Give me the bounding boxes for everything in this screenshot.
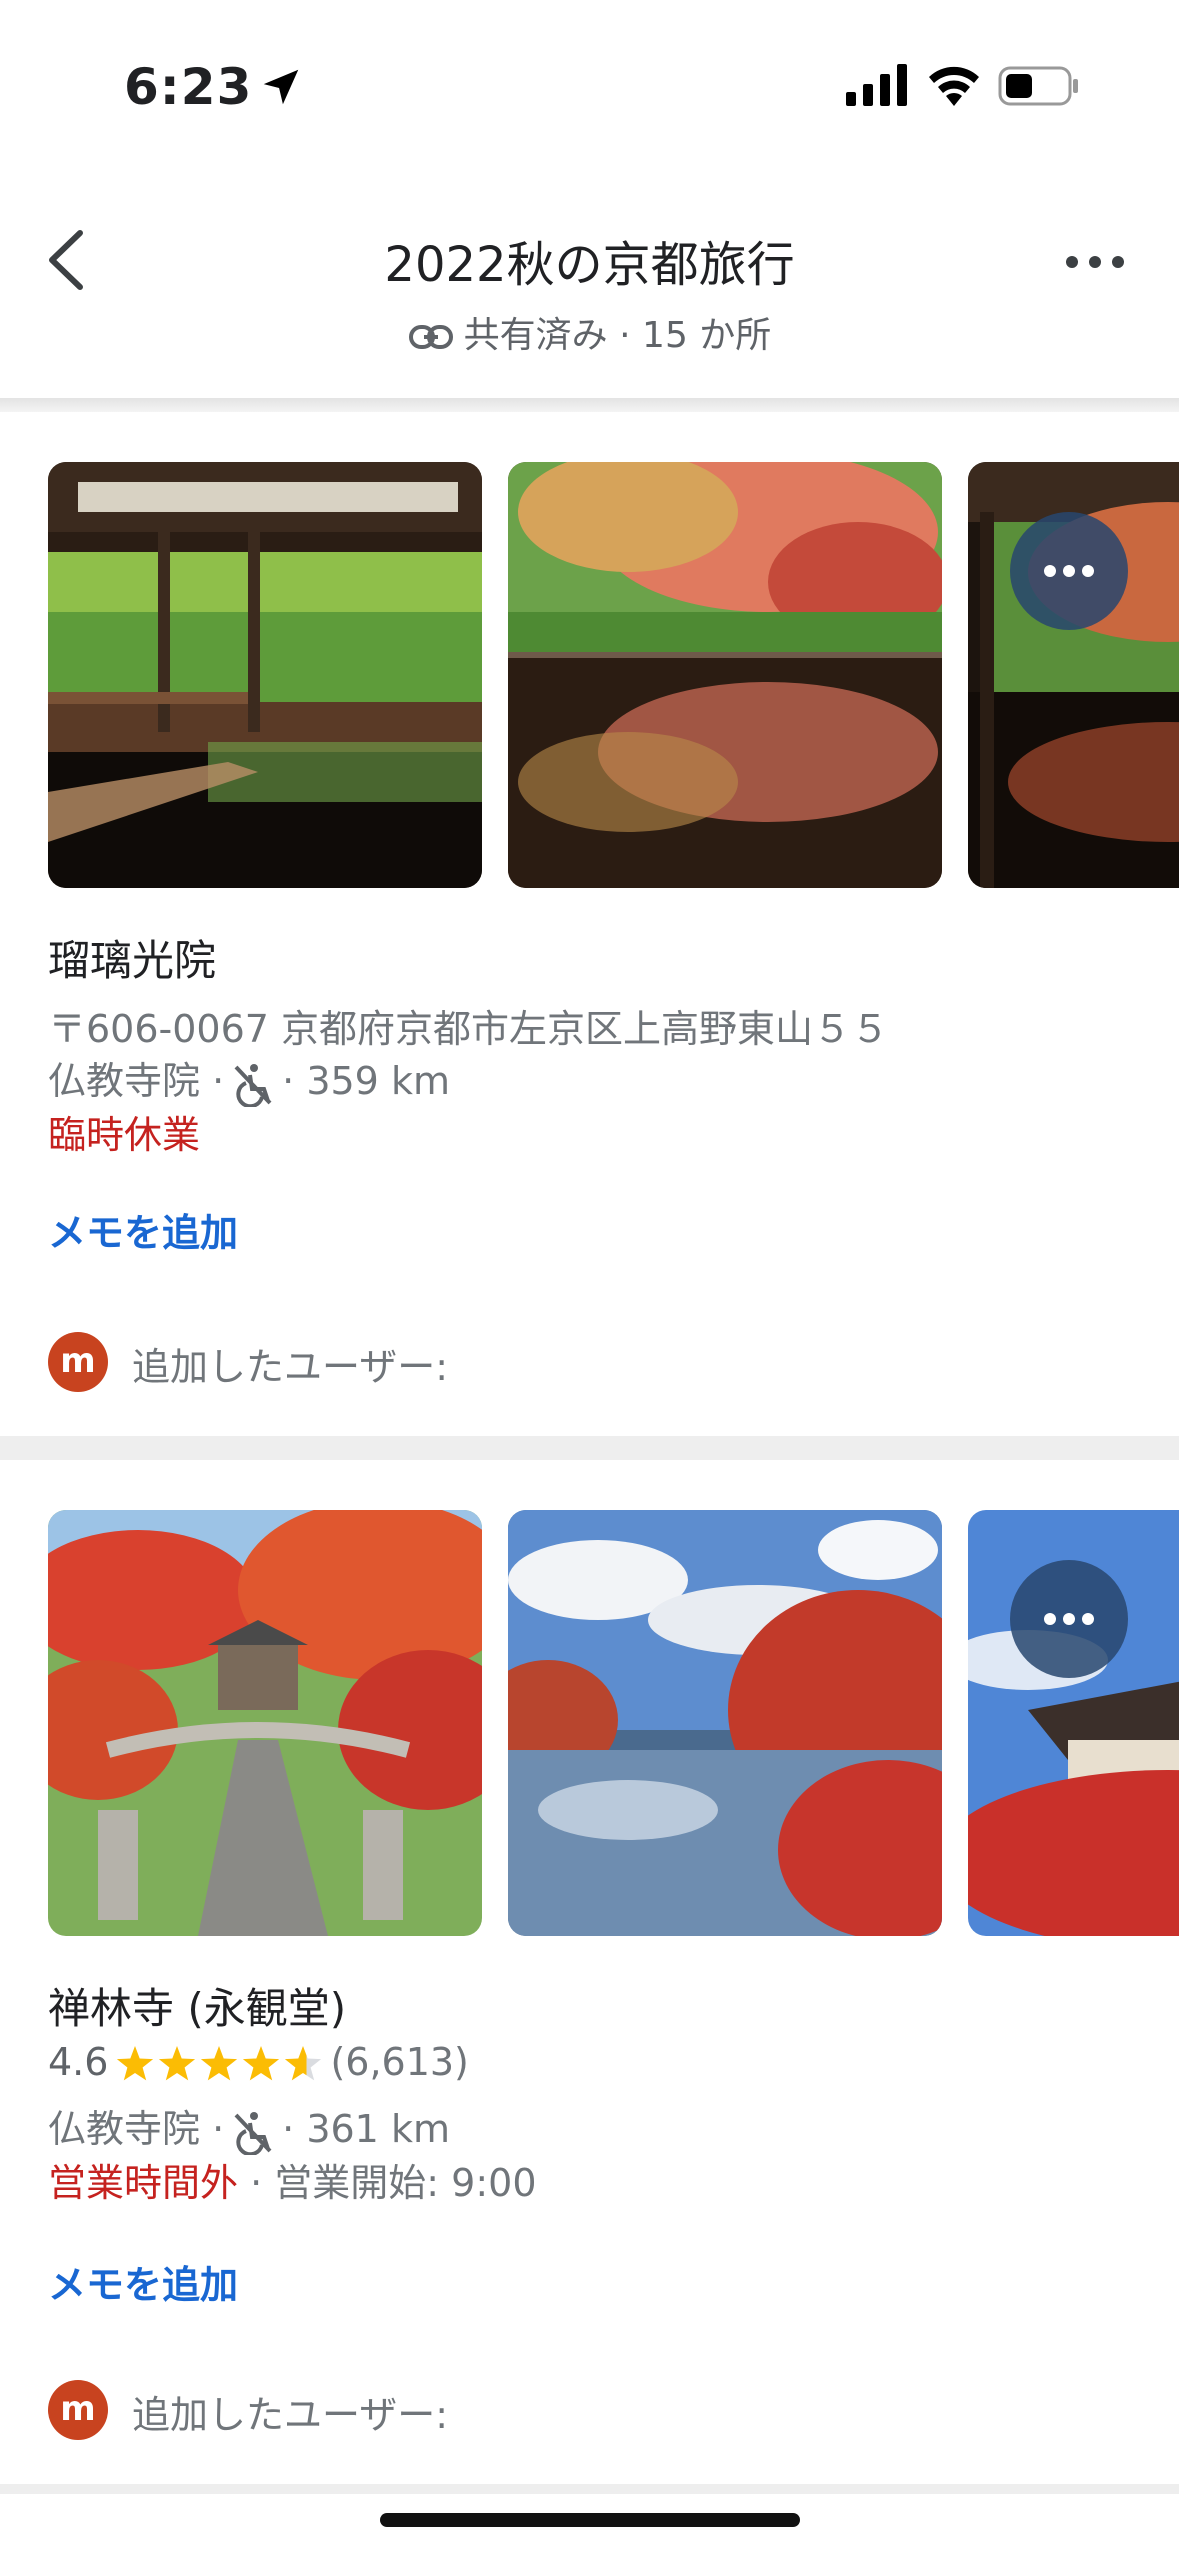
rating-value: 4.6 — [48, 2040, 109, 2084]
review-count: (6,613) — [330, 2040, 469, 2084]
place-meta: 仏教寺院 · · 361 km — [48, 2098, 450, 2155]
cellular-signal-icon — [846, 64, 907, 106]
place-name[interactable]: 瑠璃光院 — [48, 927, 216, 988]
more-horizontal-icon[interactable] — [1060, 242, 1130, 282]
home-indicator[interactable] — [380, 2513, 800, 2527]
more-horizontal-icon — [1044, 1613, 1094, 1625]
star-rating — [117, 2045, 322, 2080]
place-name[interactable]: 禅林寺 (永観堂) — [48, 1975, 346, 2036]
link-icon — [408, 325, 453, 349]
more-photos-button[interactable] — [1010, 1560, 1128, 1678]
section-divider — [0, 1436, 1179, 1460]
place-hours: 営業時間外 · 営業開始: 9:00 — [48, 2152, 537, 2207]
status-time: 6:23 — [124, 58, 253, 116]
star-icon — [285, 2045, 322, 2080]
header-divider — [0, 398, 1179, 412]
status-separator: · — [250, 2161, 263, 2205]
place-rating-row: 4.6 (6,613) — [48, 2040, 469, 2085]
photo-strip[interactable] — [48, 462, 1179, 888]
more-horizontal-icon — [1044, 565, 1094, 577]
star-icon — [201, 2045, 238, 2080]
more-photos-button[interactable] — [1010, 512, 1128, 630]
add-memo-button[interactable]: メモを追加 — [48, 1202, 238, 1257]
place-photo[interactable] — [48, 462, 482, 888]
place-category: 仏教寺院 · — [48, 1059, 225, 1103]
status-bar: 6:23 — [0, 0, 1179, 175]
place-meta: 仏教寺院 · · 359 km — [48, 1050, 450, 1107]
added-by-label: 追加したユーザー: — [132, 2393, 449, 2437]
list-subtitle: 共有済み · 15 か所 — [0, 306, 1179, 358]
opening-time: 営業開始: 9:00 — [274, 2161, 537, 2205]
no-wheelchair-icon — [234, 1063, 272, 1107]
place-card-rurikoin[interactable]: 瑠璃光院 〒606-0067 京都府京都市左京区上高野東山５５ 仏教寺院 · ·… — [0, 462, 1179, 1422]
place-card-eikando[interactable]: 禅林寺 (永観堂) 4.6 (6,613) 仏教寺院 · · 361 km 営業時… — [0, 1510, 1179, 2450]
place-count: 15 か所 — [642, 315, 772, 356]
star-icon — [159, 2045, 196, 2080]
place-distance: · 359 km — [282, 1059, 450, 1103]
added-by-label: 追加したユーザー: — [132, 1345, 449, 1389]
place-photo[interactable] — [48, 1510, 482, 1936]
star-icon — [117, 2045, 154, 2080]
page-title: 2022秋の京都旅行 — [384, 237, 795, 293]
place-status: 臨時休業 — [48, 1113, 201, 1157]
shared-label: 共有済み — [463, 315, 608, 356]
battery-icon — [998, 66, 1078, 106]
no-wheelchair-icon — [234, 2111, 272, 2155]
wifi-icon — [929, 66, 979, 106]
avatar: m — [48, 2380, 108, 2440]
place-category: 仏教寺院 · — [48, 2107, 225, 2151]
add-memo-button[interactable]: メモを追加 — [48, 2254, 238, 2309]
section-divider — [0, 2484, 1179, 2494]
place-photo[interactable] — [508, 1510, 942, 1936]
place-distance: · 361 km — [282, 2107, 450, 2151]
star-icon — [243, 2045, 280, 2080]
location-arrow-icon — [263, 69, 299, 105]
avatar: m — [48, 1332, 108, 1392]
place-address: 〒606-0067 京都府京都市左京区上高野東山５５ — [48, 1007, 890, 1051]
place-photo[interactable] — [508, 462, 942, 888]
place-status: 営業時間外 — [48, 2161, 239, 2205]
photo-strip[interactable] — [48, 1510, 1179, 1936]
subtitle-separator: · — [619, 315, 631, 356]
